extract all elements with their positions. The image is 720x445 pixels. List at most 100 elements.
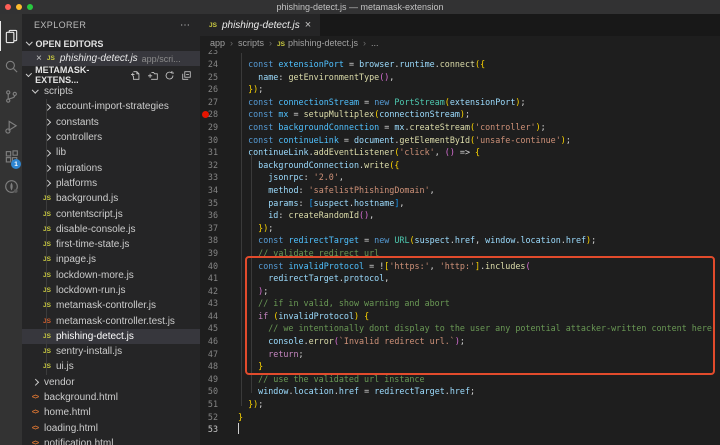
line-number[interactable]: 36	[200, 209, 238, 222]
line-number[interactable]: 37	[200, 222, 238, 235]
code-line[interactable]: 37 });	[200, 222, 720, 235]
tree-item-notification-html[interactable]: <>notification.html	[22, 436, 200, 445]
extensions-icon[interactable]: 1	[0, 141, 22, 171]
line-number[interactable]: 31	[200, 146, 238, 159]
code-line[interactable]: 47 return;	[200, 348, 720, 361]
code-line[interactable]: 26 });	[200, 83, 720, 96]
code-line[interactable]: 44 if (invalidProtocol) {	[200, 310, 720, 323]
breadcrumb-item[interactable]: JSphishing-detect.js	[277, 38, 358, 48]
line-number[interactable]: 33	[200, 171, 238, 184]
tree-item-background-html[interactable]: <>background.html	[22, 390, 200, 405]
code-line[interactable]: 46 console.error(`Invalid redirect url.`…	[200, 335, 720, 348]
tree-item-lockdown-run-js[interactable]: JSlockdown-run.js	[22, 283, 200, 298]
maximize-window-button[interactable]	[27, 4, 33, 10]
line-number[interactable]: 23	[200, 50, 238, 58]
code-line[interactable]: 25 name: getEnvironmentType(),	[200, 71, 720, 84]
code-line[interactable]: 40 const invalidProtocol = !['https:', '…	[200, 260, 720, 273]
code-line[interactable]: 49 // use the validated url instance	[200, 373, 720, 386]
line-number[interactable]: 40	[200, 260, 238, 273]
line-number[interactable]: 43	[200, 297, 238, 310]
tree-item-ui-js[interactable]: JSui.js	[22, 359, 200, 374]
tree-item-contentscript-js[interactable]: JScontentscript.js	[22, 206, 200, 221]
line-number[interactable]: 27	[200, 96, 238, 109]
code-line[interactable]: 38 const redirectTarget = new URL(suspec…	[200, 234, 720, 247]
line-number[interactable]: 39	[200, 247, 238, 260]
refresh-icon[interactable]	[163, 69, 175, 81]
close-tab-icon[interactable]: ×	[305, 20, 311, 31]
line-number[interactable]: 44	[200, 310, 238, 323]
line-number[interactable]: 48	[200, 360, 238, 373]
project-section-header[interactable]: METAMASK-EXTENS...	[22, 66, 200, 84]
tab-phishing-detect[interactable]: JS phishing-detect.js ×	[200, 14, 320, 36]
code-line[interactable]: 41 redirectTarget.protocol,	[200, 272, 720, 285]
line-number[interactable]: 32	[200, 159, 238, 172]
code-line[interactable]: 28 const mx = setupMultiplex(connectionS…	[200, 108, 720, 121]
source-control-icon[interactable]	[0, 81, 22, 111]
line-number[interactable]: 26	[200, 83, 238, 96]
code-line[interactable]: 42 );	[200, 285, 720, 298]
run-debug-icon[interactable]	[0, 111, 22, 141]
line-number[interactable]: 52	[200, 411, 238, 424]
tree-item-vendor[interactable]: vendor	[22, 375, 200, 390]
open-editors-section-header[interactable]: OPEN EDITORS	[22, 36, 200, 51]
new-folder-icon[interactable]	[146, 69, 158, 81]
code-line[interactable]: 29 const backgroundConnection = mx.creat…	[200, 121, 720, 134]
code-line[interactable]: 31 continueLink.addEventListener('click'…	[200, 146, 720, 159]
tree-item-migrations[interactable]: migrations	[22, 160, 200, 175]
code-editor[interactable]: 2324 const extensionPort = browser.runti…	[200, 50, 720, 445]
tree-item-platforms[interactable]: platforms	[22, 176, 200, 191]
collapse-all-icon[interactable]	[180, 69, 192, 81]
code-line[interactable]: 52}	[200, 411, 720, 424]
tree-item-metamask-controller-js[interactable]: JSmetamask-controller.js	[22, 298, 200, 313]
code-line[interactable]: 48 }	[200, 360, 720, 373]
tree-item-background-js[interactable]: JSbackground.js	[22, 191, 200, 206]
search-icon[interactable]	[0, 51, 22, 81]
code-line[interactable]: 23	[200, 50, 720, 58]
line-number[interactable]: 38	[200, 234, 238, 247]
tree-item-metamask-controller-test-js[interactable]: JSmetamask-controller.test.js	[22, 313, 200, 328]
line-number[interactable]: 29	[200, 121, 238, 134]
code-line[interactable]: 45 // we intentionally dont display to t…	[200, 322, 720, 335]
line-number[interactable]: 47	[200, 348, 238, 361]
breadcrumb-item[interactable]: ...	[371, 38, 379, 48]
tree-item-lockdown-more-js[interactable]: JSlockdown-more.js	[22, 268, 200, 283]
line-number[interactable]: 46	[200, 335, 238, 348]
tree-item-first-time-state-js[interactable]: JSfirst-time-state.js	[22, 237, 200, 252]
line-number[interactable]: 35	[200, 197, 238, 210]
tree-item-controllers[interactable]: controllers	[22, 130, 200, 145]
line-number[interactable]: 30	[200, 134, 238, 147]
breakpoint-icon[interactable]	[202, 111, 209, 118]
close-icon[interactable]: ×	[36, 53, 42, 64]
line-number[interactable]: 49	[200, 373, 238, 386]
tree-item-home-html[interactable]: <>home.html	[22, 405, 200, 420]
code-line[interactable]: 33 jsonrpc: '2.0',	[200, 171, 720, 184]
code-line[interactable]: 27 const connectionStream = new PortStre…	[200, 96, 720, 109]
tree-item-loading-html[interactable]: <>loading.html	[22, 421, 200, 436]
tree-item-account-import-strategies[interactable]: account-import-strategies	[22, 99, 200, 114]
line-number[interactable]: 42	[200, 285, 238, 298]
code-line[interactable]: 53	[200, 423, 720, 436]
minimize-window-button[interactable]	[16, 4, 22, 10]
line-number[interactable]: 51	[200, 398, 238, 411]
line-number[interactable]: 25	[200, 71, 238, 84]
code-line[interactable]: 36 id: createRandomId(),	[200, 209, 720, 222]
code-line[interactable]: 24 const extensionPort = browser.runtime…	[200, 58, 720, 71]
line-number[interactable]: 24	[200, 58, 238, 71]
open-editor-item[interactable]: ×JSphishing-detect.jsapp/scri...	[22, 51, 200, 66]
breadcrumb-item[interactable]: app	[210, 38, 225, 48]
code-line[interactable]: 34 method: 'safelistPhishingDomain',	[200, 184, 720, 197]
explorer-icon[interactable]	[0, 21, 22, 51]
code-line[interactable]: 30 const continueLink = document.getElem…	[200, 134, 720, 147]
breadcrumb-item[interactable]: scripts	[238, 38, 264, 48]
tree-item-disable-console-js[interactable]: JSdisable-console.js	[22, 222, 200, 237]
line-number[interactable]: 41	[200, 272, 238, 285]
tree-item-lib[interactable]: lib	[22, 145, 200, 160]
new-file-icon[interactable]	[129, 69, 141, 81]
line-number[interactable]: 34	[200, 184, 238, 197]
line-number[interactable]: 53	[200, 423, 238, 436]
code-line[interactable]: 43 // if in valid, show warning and abor…	[200, 297, 720, 310]
code-line[interactable]: 32 backgroundConnection.write({	[200, 159, 720, 172]
more-actions-icon[interactable]: ⋯	[180, 20, 190, 31]
mongodb-leaf-icon[interactable]	[0, 171, 22, 201]
tree-item-phishing-detect-js[interactable]: JSphishing-detect.js	[22, 329, 200, 344]
